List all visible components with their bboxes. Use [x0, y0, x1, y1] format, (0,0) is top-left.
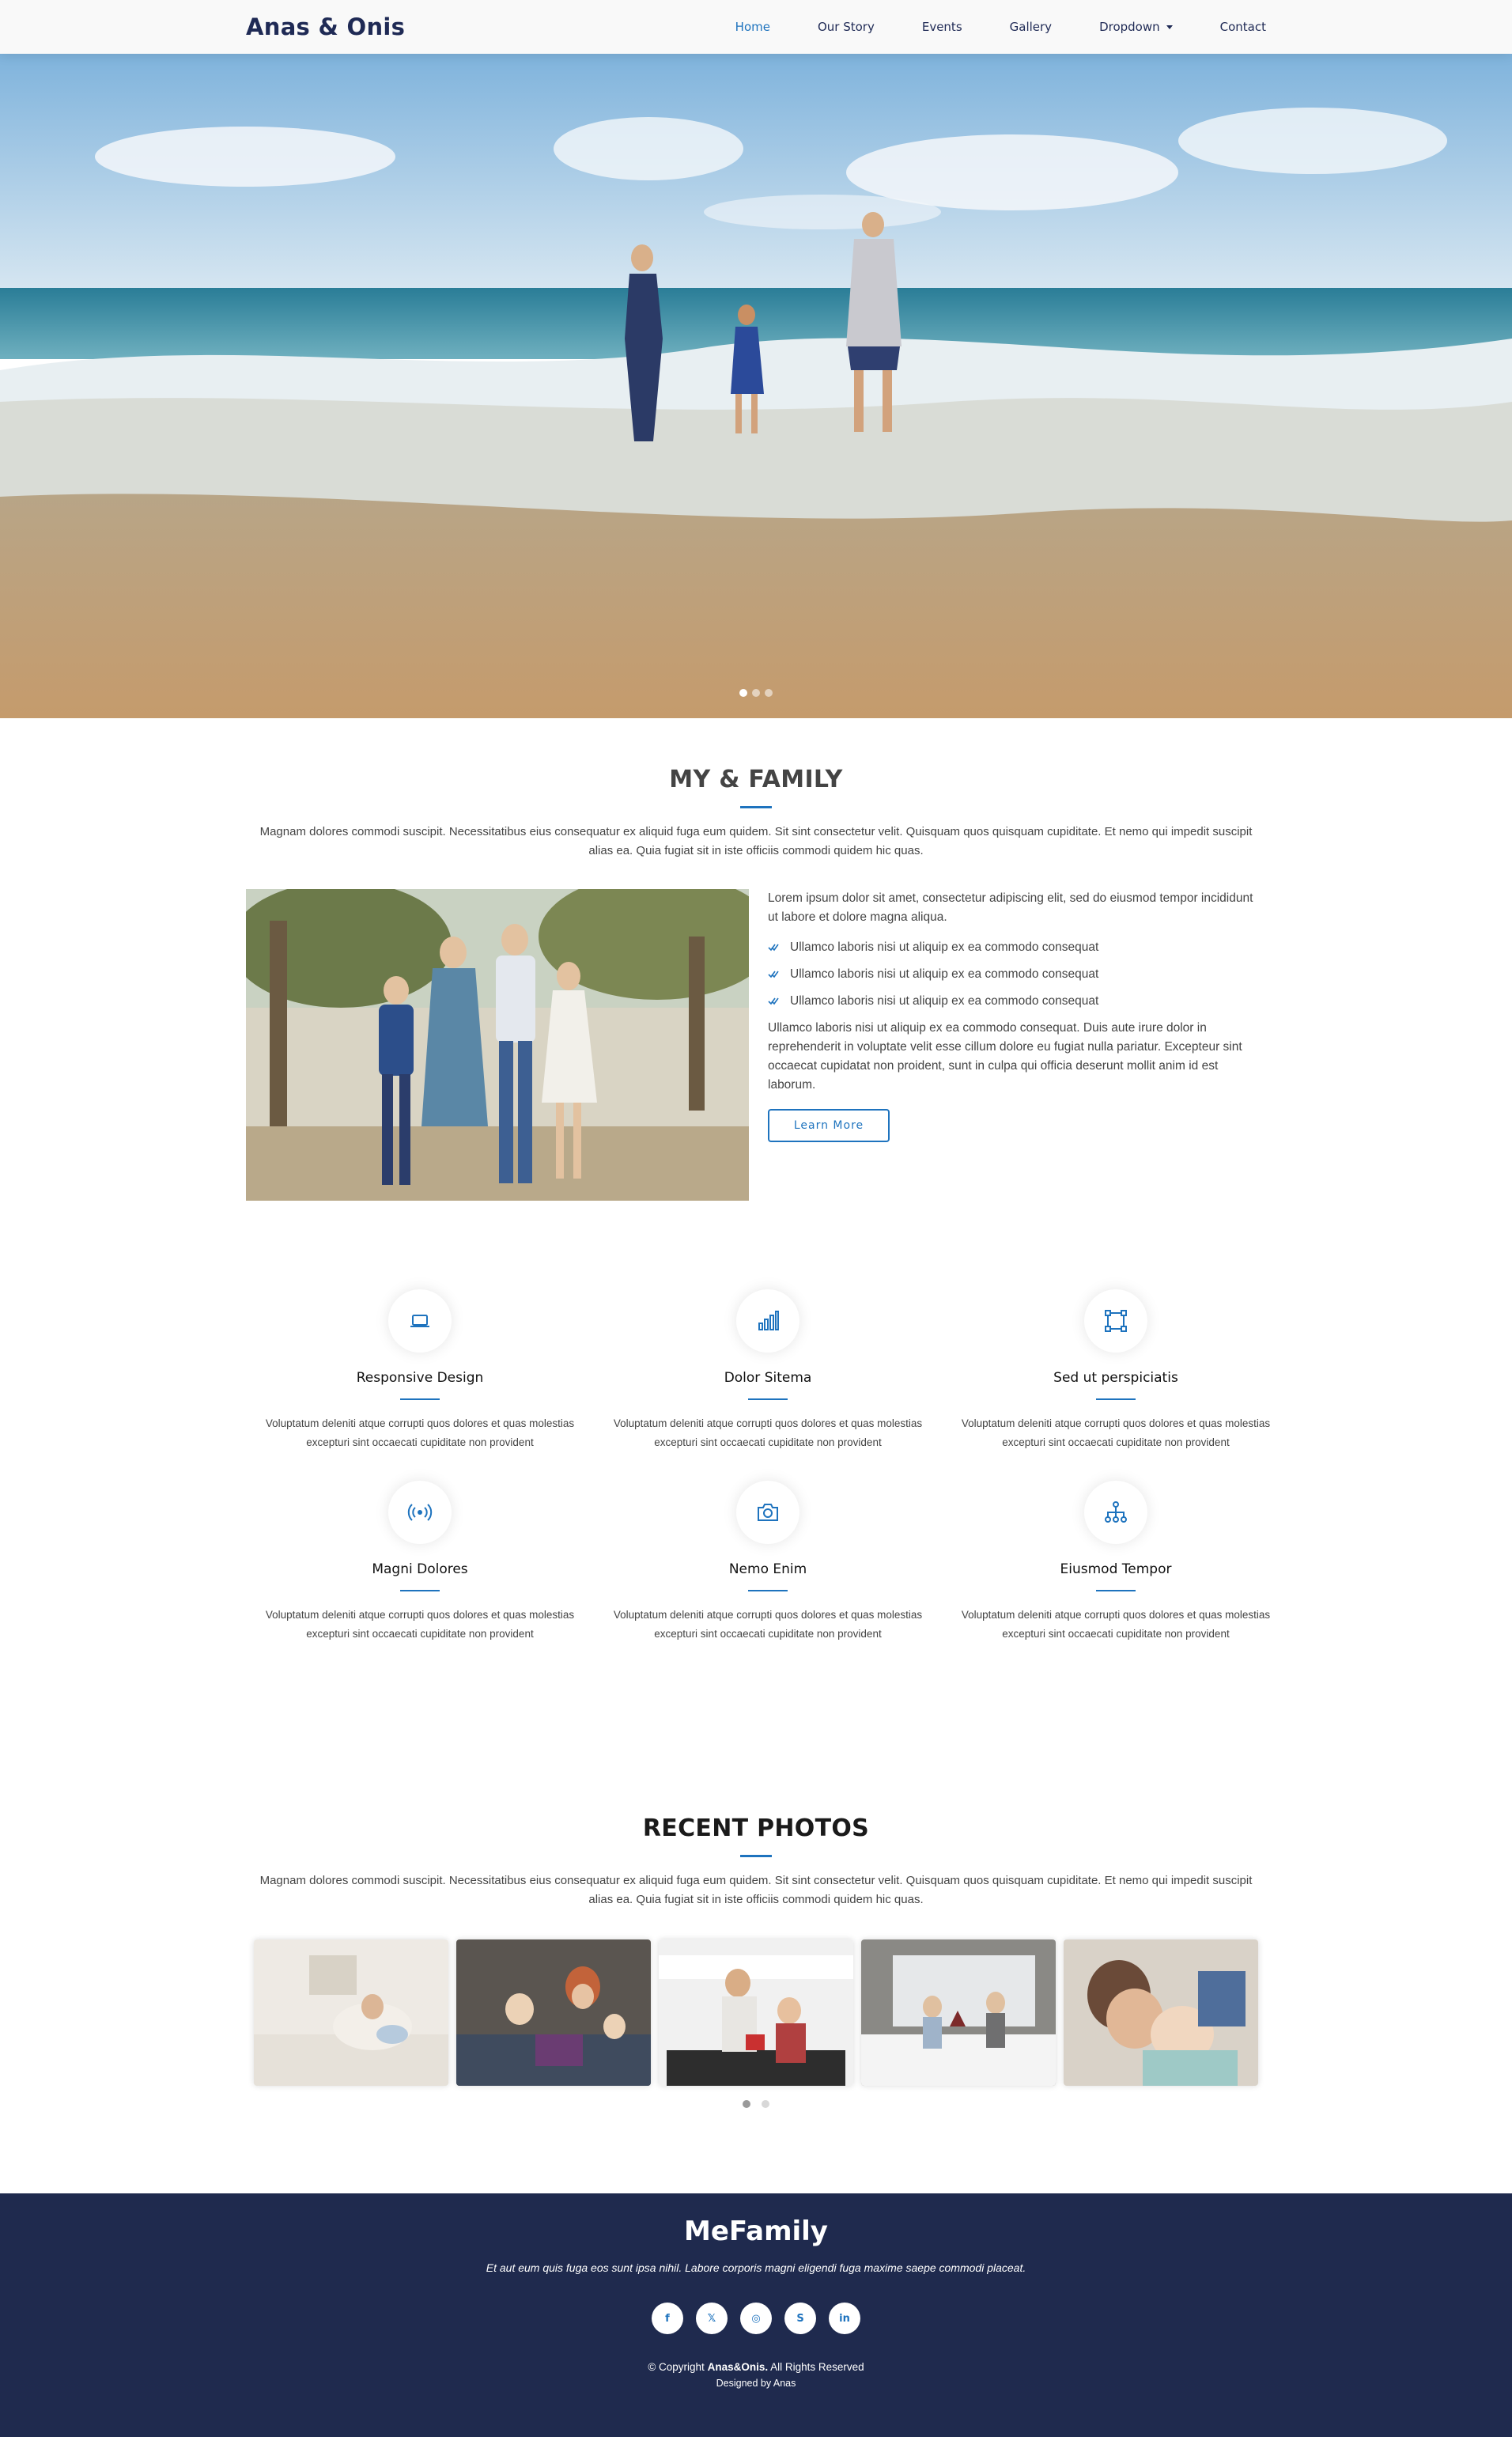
designed-by: Designed by Anas: [716, 2378, 796, 2389]
title-underline: [748, 1590, 788, 1591]
family-on-beach-photo: [0, 54, 1512, 718]
carousel-indicators: [0, 2100, 1512, 2108]
facebook-icon[interactable]: f: [652, 2303, 683, 2334]
carousel-dot[interactable]: [743, 2100, 750, 2108]
list-item-text: Ullamco laboris nisi ut aliquip ex ea co…: [790, 994, 1099, 1008]
list-item: Ullamco laboris nisi ut aliquip ex ea co…: [768, 938, 1266, 957]
laptop-icon: [388, 1289, 452, 1353]
nav-our-story[interactable]: Our Story: [818, 20, 875, 34]
service-card: Eiusmod Tempor Voluptatum deleniti atque…: [942, 1481, 1290, 1644]
father-baby-book-photo[interactable]: [1064, 1939, 1258, 2086]
nav-label: Dropdown: [1099, 20, 1160, 34]
section-title: MY & FAMILY: [669, 766, 843, 793]
nav-label: Home: [735, 20, 770, 34]
service-desc: Voluptatum deleniti atque corrupti quos …: [265, 1609, 575, 1640]
carousel-dot[interactable]: [739, 689, 747, 697]
service-card: Sed ut perspiciatis Voluptatum deleniti …: [942, 1289, 1290, 1452]
chevron-down-icon: [1166, 25, 1173, 29]
about-body: Ullamco laboris nisi ut aliquip ex ea co…: [768, 1021, 1242, 1092]
list-item-text: Ullamco laboris nisi ut aliquip ex ea co…: [790, 940, 1099, 954]
list-item-text: Ullamco laboris nisi ut aliquip ex ea co…: [790, 967, 1099, 981]
diagram-icon: [1084, 1481, 1147, 1544]
title-underline: [400, 1398, 440, 1400]
kids-pillow-fight-photo[interactable]: [861, 1939, 1056, 2086]
service-title: Magni Dolores: [372, 1561, 468, 1577]
carousel-dot[interactable]: [752, 689, 760, 697]
title-underline: [400, 1590, 440, 1591]
feature-list: Ullamco laboris nisi ut aliquip ex ea co…: [768, 938, 1266, 1011]
camera-icon: [736, 1481, 799, 1544]
service-title: Nemo Enim: [728, 1561, 807, 1577]
learn-more-button[interactable]: Learn More: [768, 1109, 890, 1142]
service-title: Eiusmod Tempor: [1060, 1561, 1172, 1577]
section-title: RECENT PHOTOS: [642, 1815, 870, 1842]
recent-photos-section: RECENT PHOTOS Magnam dolores commodi sus…: [0, 1815, 1512, 2108]
hero-carousel: [0, 54, 1512, 718]
social-links: f 𝕏 ◎ S in: [0, 2303, 1512, 2334]
footer-tagline: Et aut eum quis fuga eos sunt ipsa nihil…: [486, 2261, 1026, 2274]
skype-icon[interactable]: S: [784, 2303, 816, 2334]
carousel-indicators: [0, 689, 1512, 697]
mother-kids-laptop-photo[interactable]: [456, 1939, 651, 2086]
footer-brand: MeFamily: [684, 2216, 828, 2247]
double-check-icon: [768, 944, 779, 952]
title-underline: [1096, 1398, 1136, 1400]
service-title: Responsive Design: [356, 1370, 484, 1386]
broadcast-icon: [388, 1481, 452, 1544]
nav-dropdown[interactable]: Dropdown: [1099, 20, 1173, 34]
bar-chart-icon: [736, 1289, 799, 1353]
carousel-dot[interactable]: [762, 2100, 769, 2108]
title-underline: [1096, 1590, 1136, 1591]
site-logo[interactable]: Anas & Onis: [246, 13, 405, 40]
nav-label: Contact: [1219, 20, 1266, 34]
title-underline: [740, 1855, 772, 1857]
nav-gallery[interactable]: Gallery: [1010, 20, 1052, 34]
section-lead: Magnam dolores commodi suscipit. Necessi…: [259, 1874, 1253, 1906]
x-twitter-icon[interactable]: 𝕏: [696, 2303, 728, 2334]
services-section: Responsive Design Voluptatum deleniti at…: [0, 1289, 1512, 1644]
list-item: Ullamco laboris nisi ut aliquip ex ea co…: [768, 965, 1266, 984]
service-card: Responsive Design Voluptatum deleniti at…: [246, 1289, 594, 1452]
double-check-icon: [768, 971, 779, 978]
double-check-icon: [768, 997, 779, 1005]
linkedin-icon[interactable]: in: [829, 2303, 860, 2334]
about-intro: Lorem ipsum dolor sit amet, consectetur …: [768, 891, 1253, 924]
about-section: MY & FAMILY Magnam dolores commodi susci…: [0, 766, 1512, 1201]
copyright-brand: Anas&Onis.: [707, 2361, 769, 2373]
instagram-icon[interactable]: ◎: [740, 2303, 772, 2334]
nav-home[interactable]: Home: [735, 20, 770, 34]
service-title: Sed ut perspiciatis: [1053, 1370, 1178, 1386]
service-card: Magni Dolores Voluptatum deleniti atque …: [246, 1481, 594, 1644]
service-title: Dolor Sitema: [724, 1370, 812, 1386]
photo-carousel: [254, 1939, 1258, 2086]
main-nav: Home Our Story Events Gallery Dropdown C…: [688, 20, 1266, 34]
mother-baby-photo[interactable]: [254, 1939, 448, 2086]
service-desc: Voluptatum deleniti atque corrupti quos …: [613, 1417, 923, 1448]
nav-label: Our Story: [817, 20, 875, 34]
service-card: Nemo Enim Voluptatum deleniti atque corr…: [594, 1481, 942, 1644]
nav-contact[interactable]: Contact: [1220, 20, 1266, 34]
site-footer: MeFamily Et aut eum quis fuga eos sunt i…: [0, 2193, 1512, 2437]
nav-events[interactable]: Events: [922, 20, 962, 34]
copyright-suffix: All Rights Reserved: [770, 2361, 864, 2373]
title-underline: [740, 806, 772, 808]
service-card: Dolor Sitema Voluptatum deleniti atque c…: [594, 1289, 942, 1452]
nav-label: Events: [921, 20, 962, 34]
service-desc: Voluptatum deleniti atque corrupti quos …: [961, 1609, 1271, 1640]
service-desc: Voluptatum deleniti atque corrupti quos …: [265, 1417, 575, 1448]
carousel-dot[interactable]: [765, 689, 773, 697]
nav-label: Gallery: [1009, 20, 1053, 34]
copyright-prefix: © Copyright: [648, 2361, 705, 2373]
site-header: Anas & Onis Home Our Story Events Galler…: [0, 0, 1512, 54]
couple-kitchen-photo[interactable]: [659, 1939, 853, 2086]
title-underline: [748, 1398, 788, 1400]
service-desc: Voluptatum deleniti atque corrupti quos …: [961, 1417, 1271, 1448]
bounding-box-icon: [1084, 1289, 1147, 1353]
service-desc: Voluptatum deleniti atque corrupti quos …: [613, 1609, 923, 1640]
copyright: © Copyright Anas&Onis. All Rights Reserv…: [0, 2361, 1512, 2373]
list-item: Ullamco laboris nisi ut aliquip ex ea co…: [768, 992, 1266, 1011]
section-lead: Magnam dolores commodi suscipit. Necessi…: [259, 825, 1253, 857]
family-walking-photo: [246, 889, 749, 1201]
